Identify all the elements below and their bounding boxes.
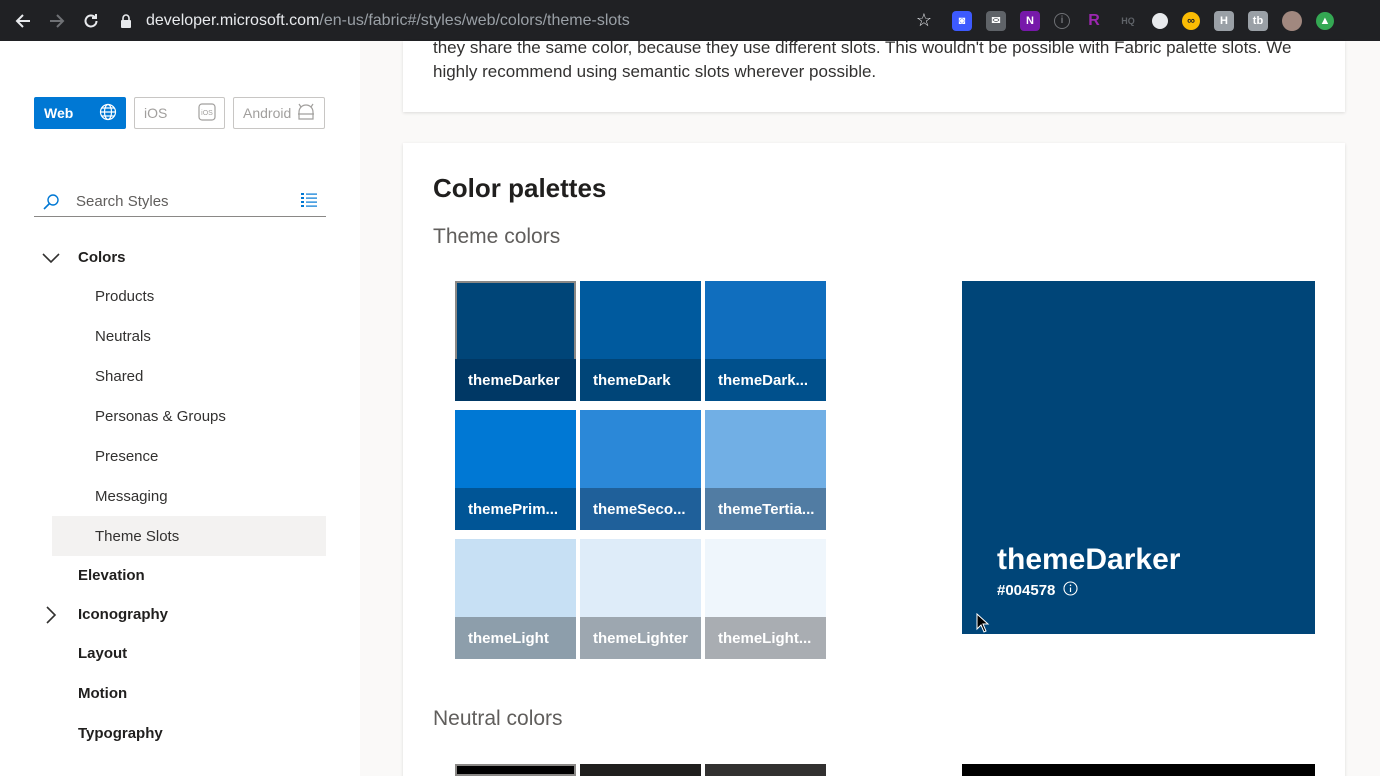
green-icon[interactable]: ▲ xyxy=(1316,11,1334,30)
extensions-bar: ◙ ✉ N i R HQ ∞ H tb ▲ xyxy=(952,0,1334,41)
color-palettes-card: Color palettes Theme colors themeDarker t… xyxy=(403,143,1345,776)
color-preview-panel: themeDarker #004578 xyxy=(962,281,1315,634)
sidebar-item-colors[interactable]: Colors xyxy=(78,249,126,266)
sidebar-item-iconography[interactable]: Iconography xyxy=(78,606,168,623)
lock-icon xyxy=(118,11,134,31)
section-title: Color palettes xyxy=(433,173,607,203)
theme-swatch[interactable]: themeSeco... xyxy=(580,410,701,530)
neutral-swatch[interactable] xyxy=(455,764,576,776)
theme-swatch-grid: themeDarker themeDark themeDark... themePri… xyxy=(455,281,826,660)
platform-label: Web xyxy=(44,105,74,121)
sidebar-item-presence[interactable]: Presence xyxy=(95,448,158,465)
platform-label: Android xyxy=(243,105,292,121)
neutral-swatch-grid xyxy=(455,764,826,776)
info-icon[interactable] xyxy=(1063,581,1078,600)
theme-swatch[interactable]: themeLight xyxy=(455,539,576,659)
sidebar-item-elevation[interactable]: Elevation xyxy=(78,567,145,584)
theme-swatch[interactable]: themeLighter xyxy=(580,539,701,659)
preview-hex: #004578 xyxy=(997,582,1056,599)
r-icon[interactable]: R xyxy=(1084,11,1104,31)
neutral-swatch[interactable] xyxy=(705,764,826,776)
url-text: developer.microsoft.com/en-us/fabric#/st… xyxy=(146,11,630,29)
back-icon[interactable] xyxy=(6,0,40,41)
sidebar-item-layout[interactable]: Layout xyxy=(78,645,127,662)
swatch-label: themePrim... xyxy=(455,488,576,530)
platform-label: iOS xyxy=(144,105,168,121)
preview-color-name: themeDarker xyxy=(997,543,1181,576)
forward-icon[interactable] xyxy=(40,0,74,41)
hq-icon[interactable]: HQ xyxy=(1118,11,1138,31)
sidebar-item-products[interactable]: Products xyxy=(95,288,154,305)
android-icon xyxy=(296,103,316,124)
info-icon[interactable]: i xyxy=(1054,12,1070,29)
camera-icon[interactable]: ◙ xyxy=(952,10,972,31)
sidebar-item-personas-groups[interactable]: Personas & Groups xyxy=(95,408,226,425)
browser-toolbar: developer.microsoft.com/en-us/fabric#/st… xyxy=(0,0,1380,41)
intro-card: they share the same color, because they … xyxy=(403,38,1345,112)
circle-icon[interactable] xyxy=(1152,12,1168,29)
sidebar-item-theme-slots[interactable]: Theme Slots xyxy=(95,528,179,545)
ios-icon: iOS xyxy=(198,102,216,124)
preview-hex-row: #004578 xyxy=(997,581,1078,600)
chevron-right-icon[interactable] xyxy=(45,606,57,629)
search-icon xyxy=(42,193,60,211)
swatch-label: themeLight... xyxy=(705,617,826,659)
neutral-colors-heading: Neutral colors xyxy=(433,707,563,730)
platform-web-button[interactable]: Web xyxy=(34,97,126,129)
chevron-down-icon[interactable] xyxy=(42,251,60,269)
sidebar-item-messaging[interactable]: Messaging xyxy=(95,488,168,505)
h-icon[interactable]: H xyxy=(1214,10,1234,31)
sidebar-item-neutrals[interactable]: Neutrals xyxy=(95,328,151,345)
theme-swatch[interactable]: themeDark... xyxy=(705,281,826,401)
avatar[interactable] xyxy=(1282,10,1302,31)
intro-paragraph: they share the same color, because they … xyxy=(433,38,1292,81)
bookmark-star-icon[interactable]: ☆ xyxy=(916,10,932,31)
tb-icon[interactable]: tb xyxy=(1248,10,1268,31)
address-bar[interactable]: developer.microsoft.com/en-us/fabric#/st… xyxy=(118,6,940,35)
sidebar-item-typography[interactable]: Typography xyxy=(78,725,163,742)
theme-swatch[interactable]: themeDark xyxy=(580,281,701,401)
neutral-swatch[interactable] xyxy=(580,764,701,776)
theme-colors-heading: Theme colors xyxy=(433,225,561,248)
glasses-icon[interactable]: ∞ xyxy=(1182,11,1200,30)
mouse-cursor xyxy=(976,612,990,638)
platform-ios-button[interactable]: iOS iOS xyxy=(134,97,225,129)
swatch-label: themeDark xyxy=(580,359,701,401)
svg-text:iOS: iOS xyxy=(201,110,213,117)
globe-icon xyxy=(99,103,117,124)
mail-icon[interactable]: ✉ xyxy=(986,10,1006,31)
swatch-label: themeSeco... xyxy=(580,488,701,530)
sidebar-item-shared[interactable]: Shared xyxy=(95,368,143,385)
platform-android-button[interactable]: Android xyxy=(233,97,325,129)
sidebar: Web iOS iOS Android Search Styles Colors… xyxy=(0,41,360,776)
onenote-icon[interactable]: N xyxy=(1020,10,1040,31)
platform-switcher: Web iOS iOS Android xyxy=(34,97,325,129)
sidebar-item-motion[interactable]: Motion xyxy=(78,685,127,702)
swatch-label: themeDark... xyxy=(705,359,826,401)
theme-swatch[interactable]: themeDarker xyxy=(455,281,576,401)
neutral-preview-panel xyxy=(962,764,1315,776)
reload-icon[interactable] xyxy=(74,0,108,41)
search-input[interactable]: Search Styles xyxy=(34,187,326,217)
sidebar-selection-highlight xyxy=(52,516,326,556)
swatch-label: themeLighter xyxy=(580,617,701,659)
list-view-icon[interactable] xyxy=(300,192,318,213)
theme-swatch[interactable]: themePrim... xyxy=(455,410,576,530)
swatch-label: themeTertia... xyxy=(705,488,826,530)
swatch-label: themeLight xyxy=(455,617,576,659)
theme-swatch[interactable]: themeTertia... xyxy=(705,410,826,530)
swatch-label: themeDarker xyxy=(455,359,576,401)
search-placeholder: Search Styles xyxy=(76,193,169,210)
theme-swatch[interactable]: themeLight... xyxy=(705,539,826,659)
